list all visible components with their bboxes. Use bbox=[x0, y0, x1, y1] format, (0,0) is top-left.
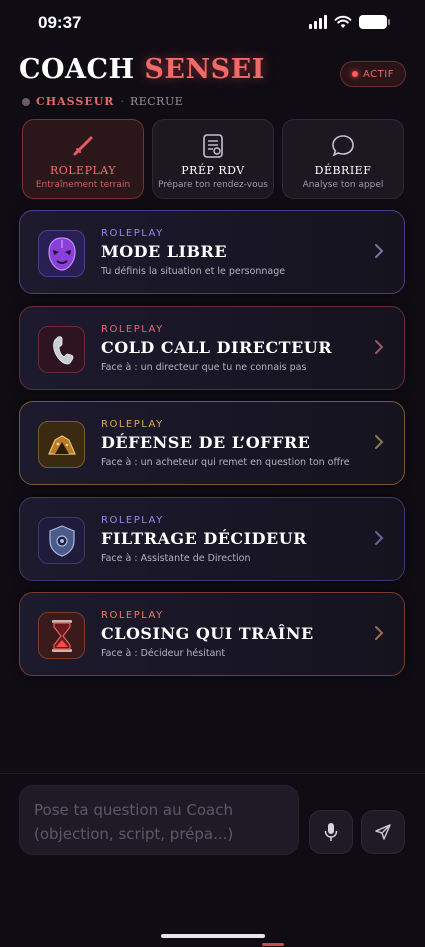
status-time: 09:37 bbox=[38, 13, 82, 32]
card-title: MODE LIBRE bbox=[101, 242, 228, 261]
sword-icon bbox=[70, 133, 96, 159]
chat-bubble-icon bbox=[330, 133, 356, 159]
card-description: Face à : Décideur hésitant bbox=[101, 648, 226, 659]
composer-divider bbox=[0, 773, 425, 774]
tab-debrief[interactable]: DÉBRIEF Analyse ton appel bbox=[282, 119, 404, 199]
mode-tabs: ROLEPLAY Entraînement terrain PRÉP RDV P… bbox=[22, 119, 404, 199]
card-tag: ROLEPLAY bbox=[101, 610, 164, 621]
send-button[interactable] bbox=[361, 810, 405, 854]
chevron-right-icon bbox=[375, 244, 384, 258]
chevron-right-icon bbox=[375, 340, 384, 354]
card-tag: ROLEPLAY bbox=[101, 324, 164, 335]
card-title: DÉFENSE DE L’OFFRE bbox=[101, 433, 311, 452]
tab-subtitle: Prépare ton rendez-vous bbox=[158, 180, 268, 190]
cellular-signal-icon bbox=[309, 15, 327, 29]
status-dot-icon bbox=[352, 71, 359, 77]
phone-icon bbox=[38, 326, 85, 373]
rank-level: RECRUE bbox=[129, 95, 184, 108]
battery-icon bbox=[359, 15, 390, 29]
coach-question-input[interactable]: Pose ta question au Coach (objection, sc… bbox=[19, 785, 299, 855]
tab-subtitle: Analyse ton appel bbox=[302, 180, 384, 190]
roleplay-card-mode-libre[interactable]: ROLEPLAY MODE LIBRE Tu définis la situat… bbox=[19, 210, 405, 294]
wifi-icon bbox=[334, 15, 352, 28]
chevron-right-icon bbox=[375, 531, 384, 545]
app-title-accent: SENSEI bbox=[144, 54, 265, 85]
rank-separator: · bbox=[120, 95, 124, 108]
card-description: Tu définis la situation et le personnage bbox=[101, 266, 286, 277]
roleplay-card-closing[interactable]: ROLEPLAY CLOSING QUI TRAÎNE Face à : Déc… bbox=[19, 592, 405, 676]
status-bar: 09:37 bbox=[0, 0, 425, 48]
card-tag: ROLEPLAY bbox=[101, 515, 164, 526]
crest-icon bbox=[38, 517, 85, 564]
microphone-icon bbox=[324, 823, 338, 841]
chevron-right-icon bbox=[375, 435, 384, 449]
tab-label: DÉBRIEF bbox=[314, 164, 372, 177]
rank-icon bbox=[22, 97, 30, 106]
app-title: COACH SENSEI bbox=[19, 54, 265, 85]
home-indicator[interactable] bbox=[161, 934, 265, 938]
status-badge[interactable]: ACTIF bbox=[340, 61, 406, 87]
hourglass-icon bbox=[38, 612, 85, 659]
tab-label: PRÉP RDV bbox=[181, 164, 245, 177]
rank-line: CHASSEUR · RECRUE bbox=[22, 95, 183, 108]
card-description: Face à : Assistante de Direction bbox=[101, 553, 251, 564]
roleplay-card-cold-call[interactable]: ROLEPLAY COLD CALL DIRECTEUR Face à : un… bbox=[19, 306, 405, 390]
tab-subtitle: Entraînement terrain bbox=[35, 180, 131, 190]
tab-roleplay[interactable]: ROLEPLAY Entraînement terrain bbox=[22, 119, 144, 199]
microphone-button[interactable] bbox=[309, 810, 353, 854]
status-badge-label: ACTIF bbox=[363, 68, 394, 80]
roleplay-card-defense-offre[interactable]: ROLEPLAY DÉFENSE DE L’OFFRE Face à : un … bbox=[19, 401, 405, 485]
tab-prep-rdv[interactable]: PRÉP RDV Prépare ton rendez-vous bbox=[152, 119, 274, 199]
card-description: Face à : un acheteur qui remet en questi… bbox=[101, 457, 350, 468]
app-title-main: COACH bbox=[19, 54, 135, 85]
send-icon bbox=[375, 824, 391, 840]
mask-icon bbox=[38, 230, 85, 277]
treasure-icon bbox=[38, 421, 85, 468]
card-title: FILTRAGE DÉCIDEUR bbox=[101, 529, 307, 548]
status-icons bbox=[309, 15, 390, 29]
notepad-icon bbox=[201, 133, 225, 159]
card-title: CLOSING QUI TRAÎNE bbox=[101, 624, 314, 643]
roleplay-card-filtrage[interactable]: ROLEPLAY FILTRAGE DÉCIDEUR Face à : Assi… bbox=[19, 497, 405, 581]
card-tag: ROLEPLAY bbox=[101, 228, 164, 239]
card-title: COLD CALL DIRECTEUR bbox=[101, 338, 333, 357]
chevron-right-icon bbox=[375, 626, 384, 640]
card-tag: ROLEPLAY bbox=[101, 419, 164, 430]
tab-label: ROLEPLAY bbox=[49, 164, 117, 177]
home-indicator-accent bbox=[262, 943, 284, 946]
rank-name: CHASSEUR bbox=[36, 95, 115, 108]
card-description: Face à : un directeur que tu ne connais … bbox=[101, 362, 307, 373]
